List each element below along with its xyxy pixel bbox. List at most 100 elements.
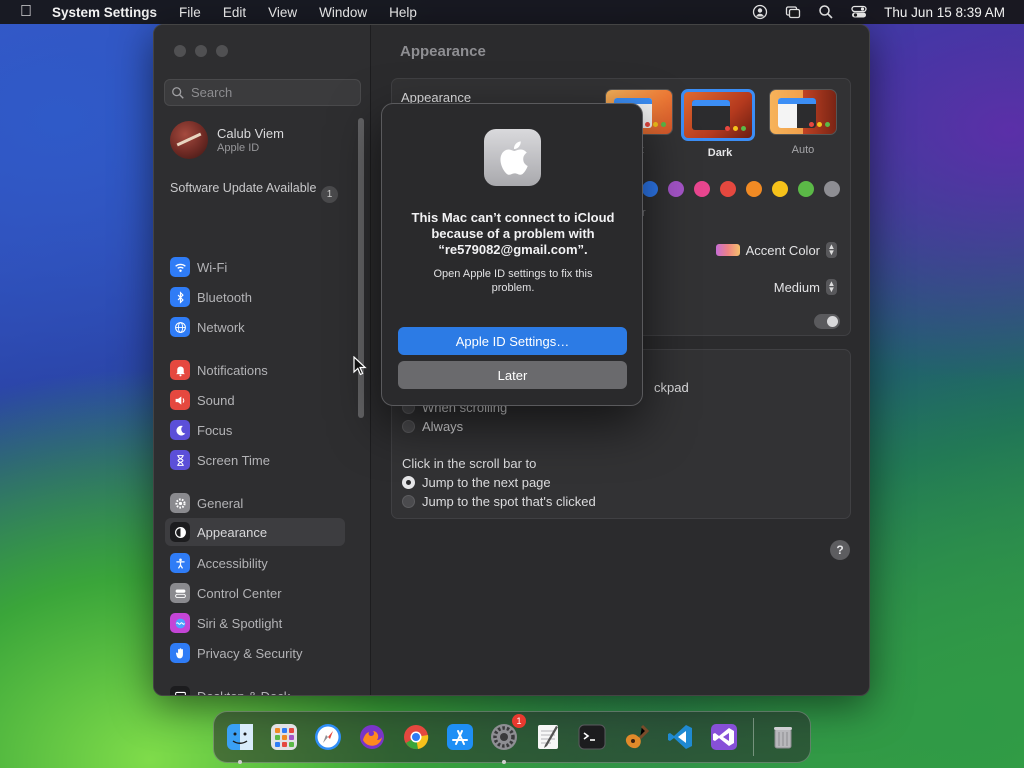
screen-mirroring-icon[interactable] bbox=[785, 4, 801, 20]
accent-color-swatch[interactable] bbox=[694, 181, 710, 197]
accent-color-swatch[interactable] bbox=[642, 181, 658, 197]
search-icon[interactable] bbox=[818, 4, 834, 20]
control-center-icon bbox=[170, 583, 190, 603]
radio-label: Jump to the spot that's clicked bbox=[422, 494, 596, 509]
sidebar-item-control-center[interactable]: Control Center bbox=[170, 582, 282, 604]
accent-color-swatch[interactable] bbox=[772, 181, 788, 197]
zoom-button[interactable] bbox=[216, 45, 228, 57]
software-update-item[interactable]: Software Update Available bbox=[170, 180, 340, 196]
theme-label: Dark bbox=[707, 147, 733, 159]
app-store-icon[interactable] bbox=[440, 717, 480, 757]
dark-theme-thumbnail bbox=[681, 89, 755, 141]
search-input[interactable] bbox=[191, 85, 351, 100]
sidebar-item-bluetooth[interactable]: Bluetooth bbox=[170, 286, 252, 308]
theme-auto[interactable]: Auto bbox=[767, 89, 839, 156]
radio-always[interactable]: Always bbox=[402, 419, 463, 434]
bell-icon bbox=[170, 360, 190, 380]
accent-color-swatch[interactable] bbox=[798, 181, 814, 197]
sidebar-item-label: Focus bbox=[197, 422, 233, 438]
sidebar-item-desktop-dock[interactable]: Desktop & Dock bbox=[170, 685, 291, 696]
sidebar-item-label: Desktop & Dock bbox=[197, 688, 291, 696]
sidebar-item-focus[interactable]: Focus bbox=[170, 419, 232, 441]
radio-jump-next-page[interactable]: Jump to the next page bbox=[402, 475, 551, 490]
sidebar-item-sound[interactable]: Sound bbox=[170, 389, 235, 411]
terminal-icon[interactable] bbox=[572, 717, 612, 757]
sidebar-item-label: Bluetooth bbox=[197, 289, 252, 305]
highlight-color-swatch bbox=[715, 244, 740, 256]
sidebar-item-label: Control Center bbox=[197, 585, 282, 601]
finder-icon[interactable] bbox=[220, 717, 260, 764]
settings-icon[interactable]: 1 bbox=[484, 714, 526, 764]
launchpad-icon[interactable] bbox=[264, 717, 304, 757]
vscode-icon[interactable] bbox=[660, 717, 700, 757]
apple-menu-icon[interactable]:  bbox=[0, 3, 52, 21]
radio-button[interactable] bbox=[402, 495, 415, 508]
menu-edit[interactable]: Edit bbox=[212, 5, 257, 20]
highlight-color-popup[interactable]: Accent Color ▲ ▼ bbox=[715, 239, 837, 261]
radio-label: Jump to the next page bbox=[422, 475, 551, 490]
window-controls bbox=[174, 45, 228, 57]
update-count-badge: 1 bbox=[321, 186, 338, 203]
guitar-icon[interactable] bbox=[616, 717, 656, 757]
auto-theme-thumbnail bbox=[769, 89, 837, 135]
notification-badge: 1 bbox=[512, 714, 526, 728]
wallpaper-tinting-toggle[interactable] bbox=[814, 314, 840, 329]
highlight-color-value: Accent Color bbox=[745, 242, 820, 258]
menu-clock[interactable]: Thu Jun 15 8:39 AM bbox=[884, 5, 1005, 20]
accent-color-swatch[interactable] bbox=[824, 181, 840, 197]
later-button[interactable]: Later bbox=[398, 361, 627, 389]
visual-studio-icon[interactable] bbox=[704, 717, 744, 757]
sidebar-item-notifications[interactable]: Notifications bbox=[170, 359, 268, 381]
sidebar-item-label: Screen Time bbox=[197, 452, 270, 468]
sidebar-item-label: General bbox=[197, 495, 244, 511]
running-indicator bbox=[502, 760, 506, 764]
sidebar-item-accessibility[interactable]: Accessibility bbox=[170, 552, 268, 574]
bluetooth-icon bbox=[170, 287, 190, 307]
avatar bbox=[170, 121, 208, 159]
menu-file[interactable]: File bbox=[168, 5, 212, 20]
sidebar-item-label: Appearance bbox=[197, 524, 268, 540]
chrome-icon[interactable] bbox=[396, 717, 436, 757]
menu-window[interactable]: Window bbox=[308, 5, 378, 20]
sidebar-item-label: Accessibility bbox=[197, 555, 268, 571]
sidebar-item-network[interactable]: Network bbox=[170, 316, 245, 338]
menu-bar:  System Settings File Edit View Window … bbox=[0, 0, 1024, 24]
sidebar-item-general[interactable]: General bbox=[170, 492, 243, 514]
gear-icon bbox=[170, 493, 190, 513]
chevron-updown-icon: ▲ ▼ bbox=[826, 279, 837, 295]
apple-id-settings-button[interactable]: Apple ID Settings… bbox=[398, 327, 627, 355]
menu-help[interactable]: Help bbox=[378, 5, 428, 20]
siri-icon bbox=[170, 613, 190, 633]
menu-app-name[interactable]: System Settings bbox=[52, 5, 168, 20]
user-account-icon[interactable] bbox=[752, 4, 768, 20]
menu-view[interactable]: View bbox=[257, 5, 308, 20]
safari-icon[interactable] bbox=[308, 717, 348, 757]
radio-jump-to-spot[interactable]: Jump to the spot that's clicked bbox=[402, 494, 596, 509]
sidebar-item-wi-fi[interactable]: Wi-Fi bbox=[170, 256, 227, 278]
control-center-icon[interactable] bbox=[851, 4, 867, 20]
radio-button[interactable] bbox=[402, 420, 415, 433]
sidebar-item-appearance[interactable]: Appearance bbox=[165, 518, 345, 546]
sidebar-item-privacy-security[interactable]: Privacy & Security bbox=[170, 642, 302, 664]
firefox-icon[interactable] bbox=[352, 717, 392, 757]
trash-icon[interactable] bbox=[763, 717, 803, 757]
help-button[interactable]: ? bbox=[830, 540, 850, 560]
search-field[interactable] bbox=[164, 79, 361, 106]
radio-label: Always bbox=[422, 419, 464, 434]
chevron-updown-icon: ▲ ▼ bbox=[826, 242, 837, 258]
hand-icon bbox=[170, 643, 190, 663]
accent-color-swatch[interactable] bbox=[720, 181, 736, 197]
accent-color-swatch[interactable] bbox=[668, 181, 684, 197]
close-button[interactable] bbox=[174, 45, 186, 57]
accent-color-swatch[interactable] bbox=[746, 181, 762, 197]
sidebar-icon-size-popup[interactable]: Medium ▲ ▼ bbox=[774, 276, 837, 298]
radio-button-selected[interactable] bbox=[402, 476, 415, 489]
theme-dark[interactable]: Dark bbox=[681, 89, 756, 159]
minimize-button[interactable] bbox=[195, 45, 207, 57]
dock-separator bbox=[753, 718, 754, 756]
textedit-icon[interactable] bbox=[528, 717, 568, 757]
appearance-icon bbox=[170, 522, 190, 542]
sidebar-item-screen-time[interactable]: Screen Time bbox=[170, 449, 270, 471]
apple-id-account[interactable]: Calub Viem Apple ID bbox=[170, 121, 284, 159]
sidebar-item-siri-spotlight[interactable]: Siri & Spotlight bbox=[170, 612, 282, 634]
